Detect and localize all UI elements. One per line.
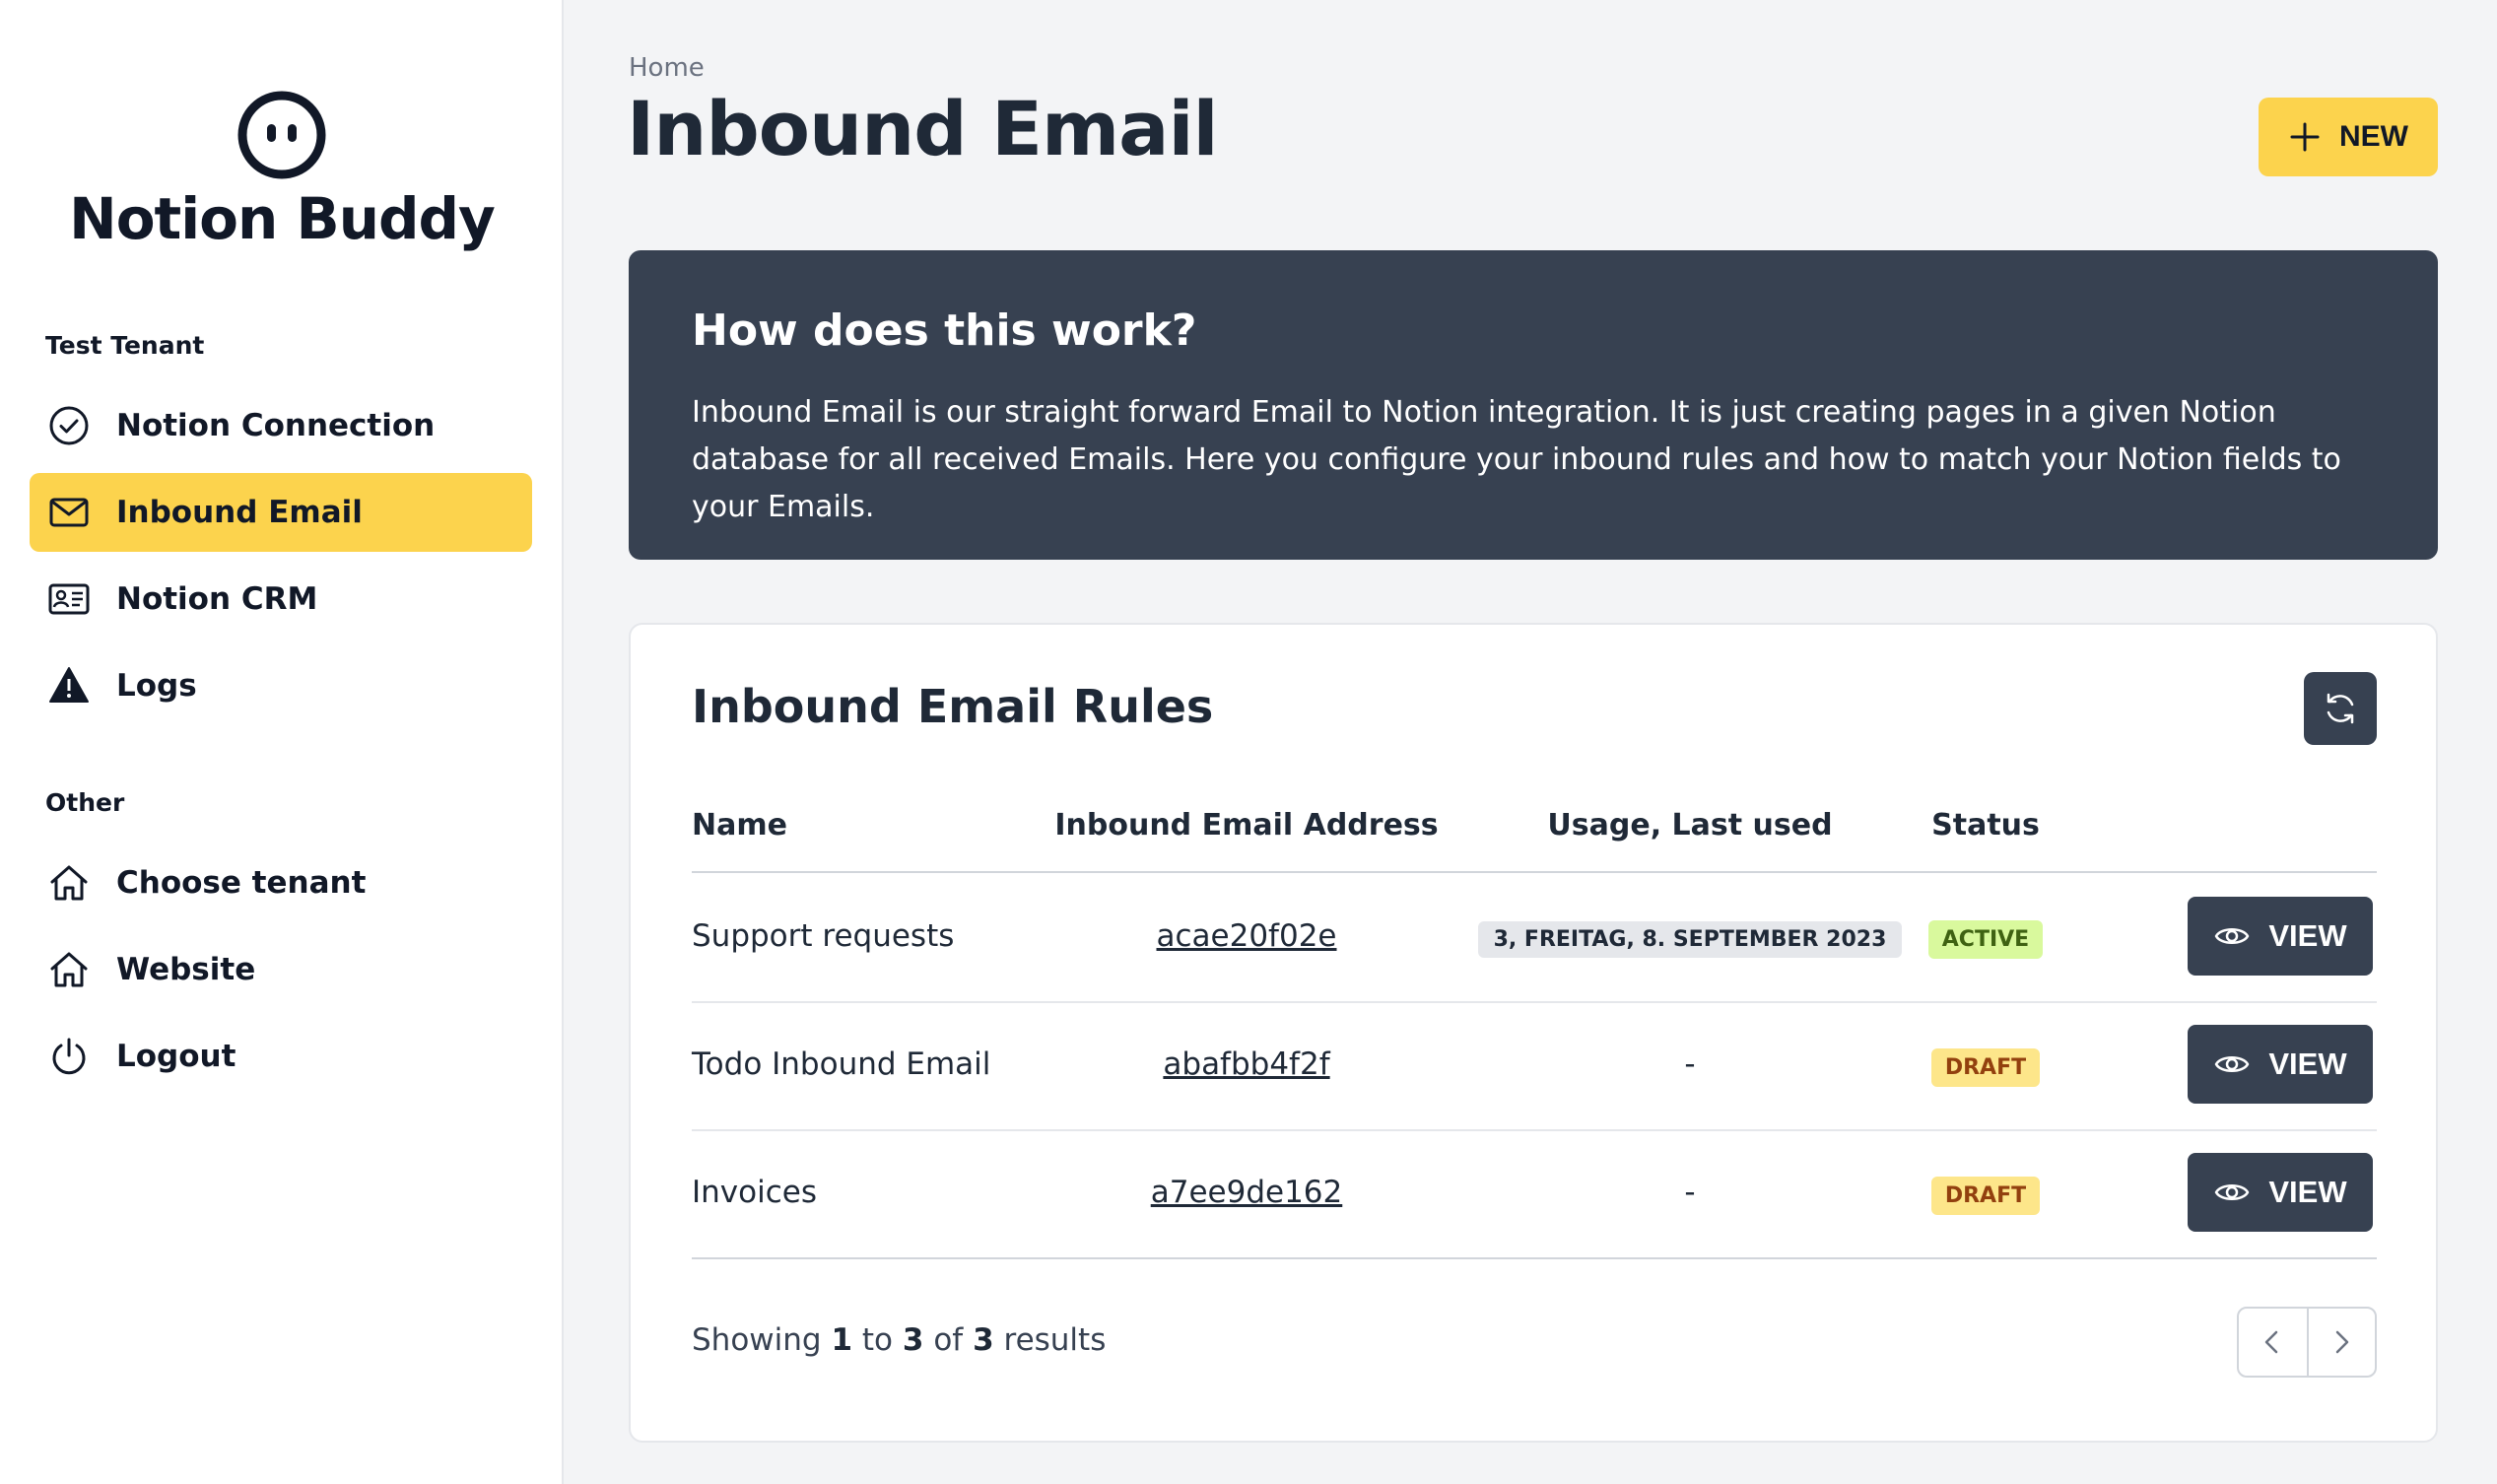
column-header-name: Name [692, 808, 787, 843]
sidebar-item-logout[interactable]: Logout [30, 1017, 532, 1096]
header-divider [692, 871, 2377, 873]
sidebar-item-choose-tenant[interactable]: Choose tenant [30, 843, 532, 922]
eye-icon [2215, 928, 2250, 944]
rules-card: Inbound Email Rules Name Inbound Email A… [629, 623, 2438, 1443]
logo[interactable]: Notion Buddy [0, 91, 564, 252]
logo-face-icon [237, 91, 326, 179]
next-page-button[interactable] [2306, 1309, 2375, 1376]
status-badge: ACTIVE [1927, 920, 2044, 959]
plus-icon [2290, 122, 2320, 152]
view-button-label: VIEW [2268, 1175, 2347, 1209]
sidebar: Notion Buddy Test Tenant Notion Connecti… [0, 0, 564, 1484]
sidebar-item-website[interactable]: Website [30, 930, 532, 1009]
sidebar-item-label: Notion CRM [116, 581, 318, 617]
info-title: How does this work? [692, 305, 1197, 356]
sidebar-item-inbound-email[interactable]: Inbound Email [30, 473, 532, 552]
showing-total: 3 [973, 1322, 994, 1358]
showing-of-word: of [933, 1322, 964, 1358]
view-button[interactable]: VIEW [2188, 1153, 2373, 1232]
chevron-right-icon [2336, 1330, 2349, 1354]
showing-text: Showing [692, 1322, 822, 1358]
status-cell: DRAFT [1912, 1177, 2059, 1215]
logo-text: Notion Buddy [69, 185, 496, 252]
eye-icon [2215, 1184, 2250, 1200]
usage-badge: 3, FREITAG, 8. SEPTEMBER 2023 [1477, 921, 1903, 958]
sidebar-item-label: Notion Connection [116, 408, 436, 443]
rule-usage: - [1684, 1175, 1696, 1210]
mail-icon [47, 491, 91, 534]
sidebar-item-label: Choose tenant [116, 865, 367, 901]
section-label-other: Other [45, 788, 125, 817]
warning-icon [47, 664, 91, 708]
rule-address-link[interactable]: abafbb4f2f [1025, 1046, 1468, 1082]
row-divider [692, 1001, 2377, 1003]
column-header-status: Status [1931, 808, 2040, 843]
view-button-label: VIEW [2268, 1046, 2347, 1081]
pagination-summary: Showing 1 to 3 of 3 results [692, 1322, 1106, 1358]
home-icon [47, 948, 91, 991]
home-icon [47, 861, 91, 905]
sidebar-item-label: Logs [116, 668, 197, 704]
new-button[interactable]: NEW [2259, 98, 2438, 176]
rules-title: Inbound Email Rules [692, 680, 1214, 733]
rule-usage: - [1684, 1046, 1696, 1082]
row-divider [692, 1129, 2377, 1131]
rule-name: Invoices [692, 1175, 817, 1210]
showing-results-word: results [1003, 1322, 1107, 1358]
showing-from: 1 [831, 1322, 853, 1358]
sidebar-item-notion-crm[interactable]: Notion CRM [30, 560, 532, 639]
eye-icon [2215, 1056, 2250, 1072]
sidebar-item-notion-connection[interactable]: Notion Connection [30, 386, 532, 465]
sidebar-item-label: Inbound Email [116, 495, 363, 530]
sidebar-item-logs[interactable]: Logs [30, 646, 532, 725]
showing-to: 3 [902, 1322, 924, 1358]
refresh-button[interactable] [2304, 672, 2377, 745]
chevron-left-icon [2265, 1330, 2278, 1354]
previous-page-button[interactable] [2239, 1309, 2307, 1376]
column-header-usage: Usage, Last used [1547, 808, 1833, 843]
rule-address-link[interactable]: acae20f02e [1025, 918, 1468, 954]
rule-name: Todo Inbound Email [692, 1046, 991, 1082]
refresh-icon [2327, 693, 2354, 724]
column-header-address: Inbound Email Address [1054, 808, 1439, 843]
breadcrumb[interactable]: Home [629, 53, 705, 83]
showing-to-word: to [861, 1322, 894, 1358]
sidebar-item-label: Logout [116, 1039, 236, 1074]
status-badge: DRAFT [1930, 1177, 2041, 1215]
power-icon [47, 1035, 91, 1078]
status-badge: DRAFT [1930, 1048, 2041, 1087]
check-circle-icon [47, 404, 91, 447]
view-button[interactable]: VIEW [2188, 1025, 2373, 1104]
pagination [2237, 1307, 2377, 1378]
info-text: Inbound Email is our straight forward Em… [692, 395, 2341, 524]
new-button-label: NEW [2339, 120, 2408, 153]
sidebar-item-label: Website [116, 952, 256, 987]
status-cell: DRAFT [1912, 1048, 2059, 1087]
id-card-icon [47, 577, 91, 621]
view-button-label: VIEW [2268, 918, 2347, 953]
rule-name: Support requests [692, 918, 955, 954]
table-bottom-divider [692, 1257, 2377, 1259]
view-button[interactable]: VIEW [2188, 897, 2373, 976]
status-cell: ACTIVE [1912, 920, 2059, 959]
section-label-tenant: Test Tenant [45, 331, 205, 360]
info-box: How does this work? Inbound Email is our… [629, 250, 2438, 560]
rule-address-link[interactable]: a7ee9de162 [1025, 1175, 1468, 1210]
rule-usage: 3, FREITAG, 8. SEPTEMBER 2023 [1468, 918, 1912, 958]
page-title: Inbound Email [627, 85, 1219, 172]
